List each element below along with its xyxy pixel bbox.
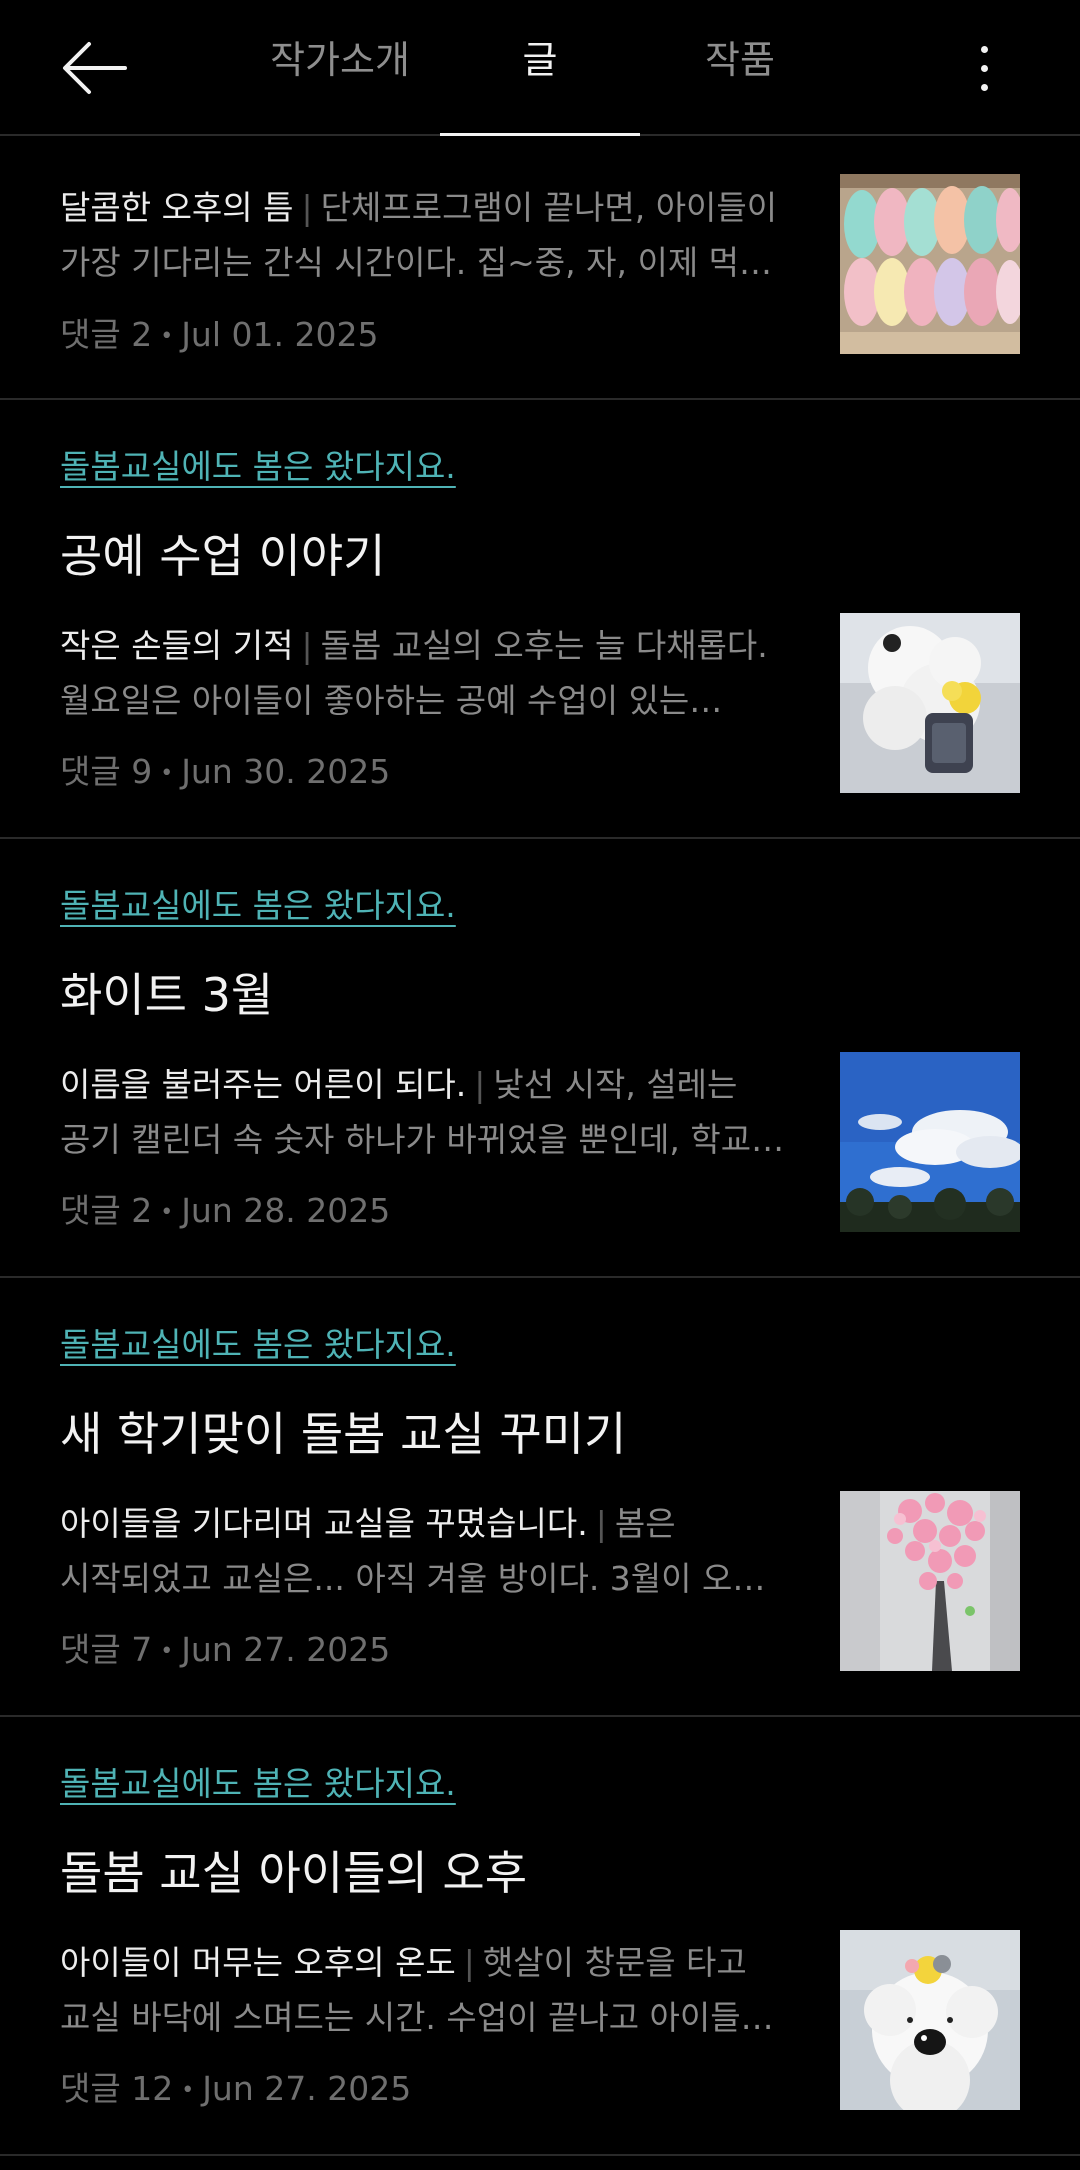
- active-tab-indicator: [440, 133, 640, 136]
- tab-author-intro[interactable]: 작가소개: [250, 30, 430, 90]
- article-meta: 댓글 7 • Jun 27. 2025: [60, 1623, 390, 1671]
- article-title: 화이트 3월: [60, 968, 274, 1022]
- bullet-separator: •: [181, 2078, 195, 2103]
- article-title: 돌봄 교실 아이들의 오후: [60, 1846, 528, 1900]
- article-subtitle: 이름을 불러주는 어른이 되다.: [60, 1065, 467, 1104]
- comment-count: 댓글 7: [60, 1630, 153, 1669]
- article-item[interactable]: 돌봄교실에도 봄은 왔다지요. 화이트 3월 이름을 불러주는 어른이 되다. |…: [0, 839, 1080, 1278]
- comment-count: 댓글 2: [60, 315, 153, 354]
- comment-count: 댓글 2: [60, 1191, 153, 1230]
- magazine-link[interactable]: 돌봄교실에도 봄은 왔다지요.: [60, 1757, 456, 1805]
- more-vertical-icon-dot: [980, 83, 988, 91]
- article-item[interactable]: 달콤한 오후의 틈 | 단체프로그램이 끝나면, 아이들이 가장 기다리는 간식 시…: [0, 138, 1080, 400]
- separator: |: [301, 188, 313, 227]
- more-options-button[interactable]: [960, 26, 1008, 110]
- separator: |: [301, 626, 313, 665]
- knit-puppy-photo[interactable]: [840, 613, 1020, 793]
- article-summary: 아이들을 기다리며 교실을 꾸몄습니다. | 봄은 시작되었고 교실은... 아직 …: [60, 1496, 790, 1606]
- blue-sky-thumbnail: [840, 1052, 1020, 1232]
- white-puppy-doll-photo[interactable]: [840, 1930, 1020, 2110]
- publish-date: Jun 30. 2025: [181, 752, 391, 791]
- article-item[interactable]: 돌봄교실에도 봄은 왔다지요. 새 학기맞이 돌봄 교실 꾸미기 아이들을 기다…: [0, 1278, 1080, 1717]
- article-title: 공예 수업 이야기: [60, 529, 386, 583]
- blossom-tree-thumbnail: [840, 1491, 1020, 1671]
- article-title: 새 학기맞이 돌봄 교실 꾸미기: [60, 1407, 627, 1461]
- article-summary: 이름을 불러주는 어른이 되다. | 낯선 시작, 설레는 공기 캘린더 속 숫자 …: [60, 1057, 790, 1167]
- publish-date: Jun 27. 2025: [181, 1630, 391, 1669]
- separator: |: [474, 1065, 486, 1104]
- magazine-link[interactable]: 돌봄교실에도 봄은 왔다지요.: [60, 879, 456, 927]
- bullet-separator: •: [160, 324, 174, 349]
- publish-date: Jul 01. 2025: [181, 315, 379, 354]
- tab-works[interactable]: 작품: [690, 30, 790, 90]
- article-summary: 달콤한 오후의 틈 | 단체프로그램이 끝나면, 아이들이 가장 기다리는 간식 시…: [60, 180, 790, 290]
- article-summary: 아이들이 머무는 오후의 온도 | 햇살이 창문을 타고 교실 바닥에 스며드는 시…: [60, 1935, 790, 2045]
- article-subtitle: 작은 손들의 기적: [60, 626, 294, 665]
- separator: |: [595, 1504, 607, 1543]
- macaron-thumbnail: [840, 174, 1020, 354]
- separator: |: [463, 1943, 475, 1982]
- bullet-separator: •: [160, 761, 174, 786]
- article-meta: 댓글 2 • Jul 01. 2025: [60, 308, 378, 356]
- comment-count: 댓글 9: [60, 752, 153, 791]
- macaron-box-photo[interactable]: [840, 174, 1020, 354]
- article-meta: 댓글 9 • Jun 30. 2025: [60, 745, 390, 793]
- article-subtitle: 아이들이 머무는 오후의 온도: [60, 1943, 456, 1982]
- bullet-separator: •: [160, 1639, 174, 1664]
- article-meta: 댓글 2 • Jun 28. 2025: [60, 1184, 390, 1232]
- comment-count: 댓글 12: [60, 2069, 174, 2108]
- article-subtitle: 아이들을 기다리며 교실을 꾸몄습니다.: [60, 1504, 588, 1543]
- more-vertical-icon-dot: [980, 64, 988, 72]
- publish-date: Jun 28. 2025: [181, 1191, 391, 1230]
- puppy-doll-thumbnail: [840, 1930, 1020, 2110]
- article-summary: 작은 손들의 기적 | 돌봄 교실의 오후는 늘 다채롭다. 월요일은 아이들이 좋…: [60, 618, 790, 728]
- magazine-link[interactable]: 돌봄교실에도 봄은 왔다지요.: [60, 1318, 456, 1366]
- blue-sky-photo[interactable]: [840, 1052, 1020, 1232]
- back-button[interactable]: [52, 26, 136, 110]
- magazine-link[interactable]: 돌봄교실에도 봄은 왔다지요.: [60, 440, 456, 488]
- article-meta: 댓글 12 • Jun 27. 2025: [60, 2062, 411, 2110]
- knit-puppy-thumbnail: [840, 613, 1020, 793]
- tab-posts[interactable]: 글: [490, 30, 590, 90]
- blossom-tree-wall-photo[interactable]: [840, 1491, 1020, 1671]
- top-app-bar: 작가소개 글 작품: [0, 0, 1080, 136]
- bullet-separator: •: [160, 1200, 174, 1225]
- publish-date: Jun 27. 2025: [202, 2069, 412, 2108]
- more-vertical-icon: [980, 45, 988, 53]
- article-item[interactable]: 돌봄교실에도 봄은 왔다지요. 돌봄 교실 아이들의 오후 아이들이 머무는 오…: [0, 1717, 1080, 2156]
- article-item[interactable]: 돌봄교실에도 봄은 왔다지요. 공예 수업 이야기 작은 손들의 기적 | 돌봄 교…: [0, 400, 1080, 839]
- arrow-left-icon: [63, 42, 127, 94]
- article-subtitle: 달콤한 오후의 틈: [60, 188, 294, 227]
